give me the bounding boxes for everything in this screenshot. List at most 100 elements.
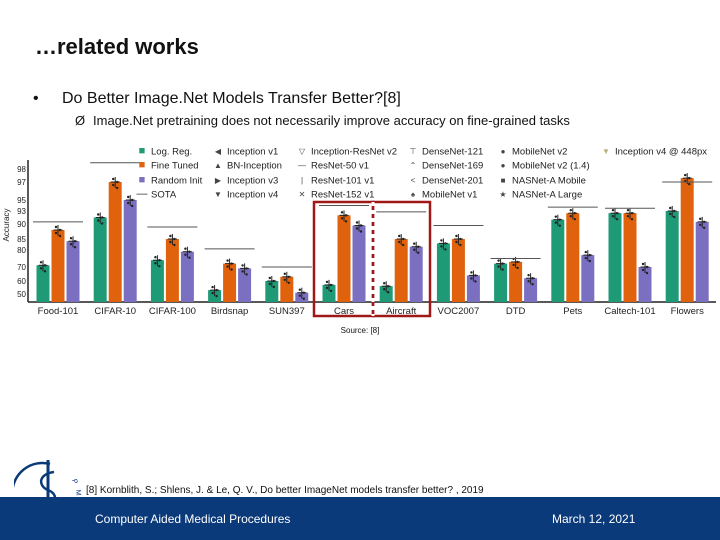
model-point [611,214,615,218]
y-tick-label: 85 [17,235,26,244]
model-point [158,259,161,262]
bar-fine-tuned [337,215,351,302]
legend-label: Fine Tuned [151,161,199,172]
bar-fine-tuned [509,261,523,302]
x-tick-label: CIFAR-100 [149,306,196,317]
model-point [645,271,649,275]
model-point [169,240,172,244]
y-axis-label: Accuracy [2,209,11,242]
legend-marker-icon: ● [501,161,506,170]
model-point [268,282,271,286]
model-point [402,237,405,241]
model-point [417,251,420,254]
legend-label: Inception-ResNet v2 [311,147,397,158]
model-point [69,237,73,240]
model-point [703,226,706,230]
model-point [558,224,561,227]
legend-label: DenseNet-201 [422,176,483,187]
footer-date: March 12, 2021 [552,512,636,526]
model-point [455,234,458,238]
model-point [626,208,630,212]
svg-text:M: M [74,490,81,497]
legend-label: ResNet-101 v1 [311,176,374,187]
model-point [669,212,672,216]
legend-label: Inception v1 [227,147,278,158]
bar-fine-tuned [108,182,122,302]
model-point [283,278,286,281]
legend-label: ResNet-152 v1 [311,190,374,201]
model-point [398,240,401,244]
model-point [127,195,130,199]
legend-marker-icon: ⌃ [410,161,417,170]
reference-text: [8] Kornblith, S.; Shlens, J. & Le, Q. V… [86,485,484,496]
y-tick-label: 50 [17,290,26,299]
x-tick-label: SUN397 [269,306,305,317]
model-point [230,268,233,271]
model-point [215,294,218,298]
y-tick-label: 80 [17,246,26,255]
x-tick-label: Caltech-101 [604,306,655,317]
legend-label: SOTA [151,190,177,201]
model-point [474,274,477,277]
model-point [669,206,672,210]
x-tick-label: Birdsnap [211,306,249,317]
model-point [641,268,645,272]
model-point [97,213,100,216]
svg-text:C: C [67,510,75,518]
arrow-bullet-icon: Ø [75,113,86,128]
model-point [127,201,130,205]
model-point [54,225,58,229]
bar-log-reg- [608,213,622,302]
model-point [554,215,557,218]
bullet-symbol: • [33,90,39,107]
model-point [398,234,401,238]
model-point [226,259,229,262]
model-point [302,291,305,294]
model-point [97,219,100,222]
model-point [283,272,286,275]
legend-marker-icon: ⊤ [410,147,417,156]
model-point [268,276,271,280]
model-point [154,256,157,259]
legend-marker-icon: ▲ [214,161,222,170]
model-point [58,234,62,238]
bar-fine-tuned [451,239,465,302]
bar-log-reg- [551,219,565,302]
model-point [626,214,630,218]
model-point [39,267,43,270]
model-point [344,214,348,217]
model-point [39,261,43,264]
model-point [340,217,344,220]
model-point [470,277,473,280]
model-point [359,230,363,233]
model-point [298,294,301,297]
bar-fine-tuned [566,213,580,302]
model-point [43,270,47,273]
y-tick-label: 90 [17,220,26,229]
legend-marker-icon: ■ [139,145,146,157]
model-point [325,286,329,290]
bar-random-init [581,255,595,302]
model-point [101,222,104,225]
legend-label: DenseNet-169 [422,161,483,172]
slide-title: …related works [35,34,199,59]
svg-text:A: A [72,501,80,507]
bar-fine-tuned [623,213,637,302]
legend-marker-icon: — [298,161,306,170]
bar-random-init [123,200,137,302]
legend-label: ResNet-50 v1 [311,161,369,172]
model-point [173,237,176,241]
y-tick-label: 95 [17,196,26,205]
model-point [226,265,229,268]
model-point [459,243,462,247]
legend-label: MobileNet v1 [422,190,477,201]
model-point [455,240,458,244]
model-point [501,262,504,265]
model-point [116,186,119,190]
model-point [73,246,77,249]
bar-log-reg- [150,260,164,302]
model-point [573,211,576,215]
model-point [112,183,115,187]
legend-marker-icon: ▼ [602,147,610,156]
model-point [355,221,359,224]
